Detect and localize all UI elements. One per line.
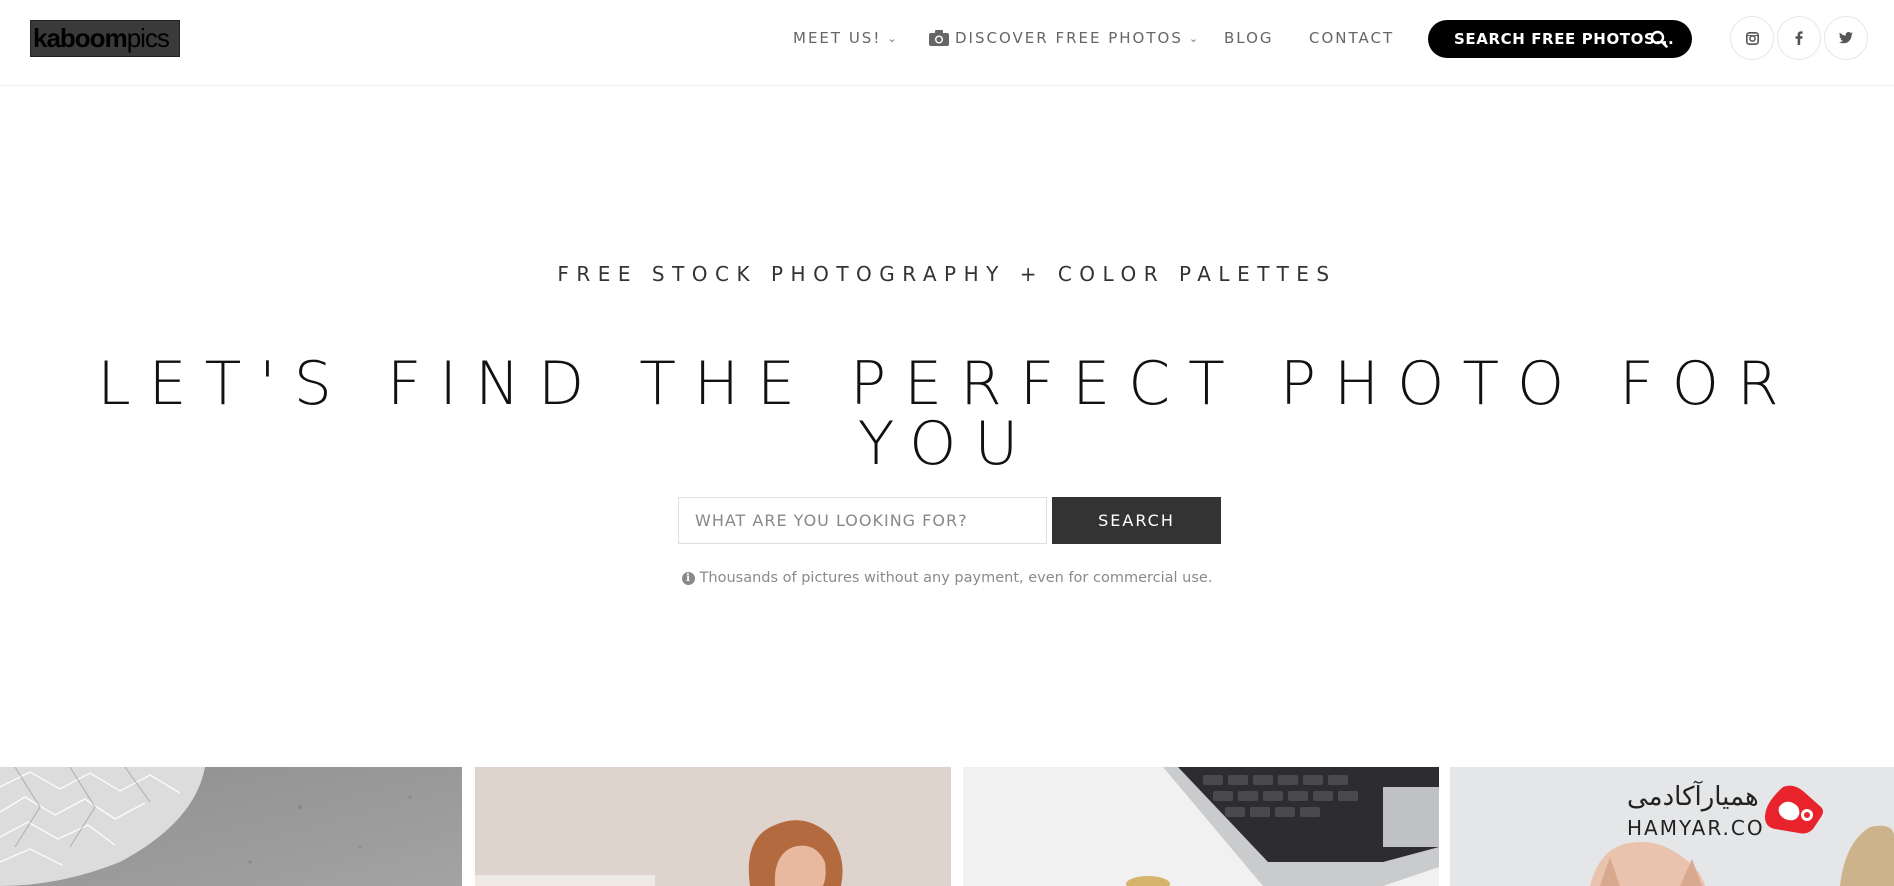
hamyar-logo-icon <box>1765 785 1823 834</box>
nav-item-label: BLOG <box>1224 29 1274 47</box>
instagram-icon[interactable] <box>1730 16 1774 60</box>
chevron-down-icon: ⌄ <box>1188 31 1201 45</box>
site-logo[interactable]: kaboom pics <box>30 20 180 57</box>
nav-item-blog[interactable]: BLOG <box>1224 29 1274 47</box>
nav-item-meet-us[interactable]: MEET US! ⌄ <box>793 29 899 47</box>
gallery-photo-crystal-bowl[interactable] <box>0 767 462 886</box>
nav-item-label: MEET US! <box>793 29 882 47</box>
nav-item-label: CONTACT <box>1309 29 1395 47</box>
search-button[interactable]: SEARCH <box>1052 497 1221 544</box>
watermark-text-en: HAMYAR.CO <box>1627 816 1765 840</box>
hero-tagline: FREE STOCK PHOTOGRAPHY + COLOR PALETTES <box>557 262 1337 286</box>
logo-light-text: pics <box>126 23 170 53</box>
search-icon <box>1650 30 1668 53</box>
nav-item-contact[interactable]: CONTACT <box>1309 29 1394 47</box>
search-free-photos-button[interactable]: SEARCH FREE PHOTOS... <box>1428 20 1692 58</box>
info-icon: i <box>681 571 695 585</box>
nav-item-discover-free-photos[interactable]: DISCOVER FREE PHOTOS ⌄ <box>929 29 1200 47</box>
gallery-photo-laptop[interactable] <box>963 767 1439 886</box>
site-header: kaboom pics MEET US! ⌄ DISCOVER FREE PHOT… <box>0 0 1894 86</box>
logo-bold-text: kaboom <box>33 23 128 53</box>
gallery-photo-woman-red-hair[interactable] <box>475 767 951 886</box>
search-input[interactable] <box>678 497 1047 544</box>
twitter-icon[interactable] <box>1824 16 1868 60</box>
hero-headline: LET'S FIND THE PERFECT PHOTO FOR YOU <box>97 349 1797 479</box>
photo-gallery <box>0 767 1894 886</box>
hero-note: i Thousands of pictures without any paym… <box>0 570 1894 586</box>
hero-note-text: Thousands of pictures without any paymen… <box>699 570 1213 586</box>
facebook-icon[interactable] <box>1777 16 1821 60</box>
camera-icon <box>929 30 949 46</box>
nav-item-label: DISCOVER FREE PHOTOS <box>955 29 1183 47</box>
chevron-down-icon: ⌄ <box>887 31 899 45</box>
watermark-text-fa: همیارآکادمی <box>1627 782 1759 812</box>
search-pill-label: SEARCH FREE PHOTOS... <box>1454 30 1675 48</box>
